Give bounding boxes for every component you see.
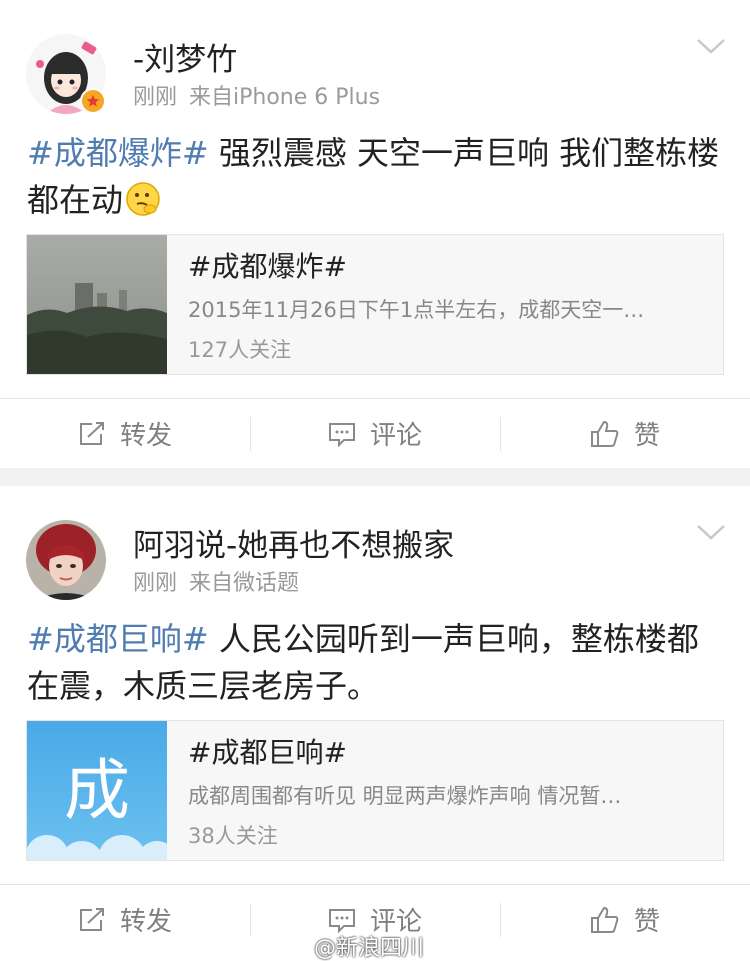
watermark: @新浪四川 (313, 936, 424, 961)
chevron-down-icon[interactable] (696, 522, 726, 542)
verified-badge-icon (80, 88, 106, 114)
comment-icon (328, 422, 355, 447)
hashtag-link[interactable]: #成都爆炸# (27, 134, 209, 172)
topic-follower-count: 127人关注 (188, 338, 292, 362)
action-bar: 转发 评论 赞 (0, 398, 750, 468)
topic-thumbnail: 成 (27, 721, 167, 860)
post-source[interactable]: 来自iPhone 6 Plus (189, 85, 380, 110)
repost-label: 转发 (119, 907, 172, 937)
topic-description: 2015年11月26日下午1点半左右，成都天空一… (188, 298, 645, 322)
username[interactable]: 阿羽说-她再也不想搬家 (133, 526, 454, 566)
thumbs-up-icon (590, 906, 619, 933)
like-button[interactable]: 赞 (500, 885, 750, 954)
topic-title: #成都爆炸# (188, 250, 347, 283)
topic-follower-count: 38人关注 (188, 824, 278, 848)
repost-icon (79, 421, 104, 445)
chevron-down-icon[interactable] (696, 36, 726, 56)
like-button[interactable]: 赞 (500, 399, 750, 468)
username[interactable]: -刘梦竹 (133, 40, 237, 80)
topic-card[interactable]: 成 #成都巨响# 成都周围都有听见 明显两声爆炸声响 情况暂… 38人关注 (26, 720, 724, 861)
hashtag-link[interactable]: #成都巨响# (27, 620, 209, 658)
topic-thumbnail (27, 235, 167, 374)
post-time: 刚刚 (133, 571, 178, 596)
post-meta: 刚刚 来自iPhone 6 Plus (133, 84, 380, 112)
topic-thumb-char: 成 (64, 752, 130, 829)
repost-button[interactable]: 转发 (0, 885, 250, 954)
topic-title: #成都巨响# (188, 736, 347, 769)
thinking-face-icon (125, 181, 161, 230)
weibo-post: 阿羽说-她再也不想搬家 刚刚 来自微话题 #成都巨响# 人民公园听到一声巨响，整栋… (0, 486, 750, 961)
thumbs-up-icon (590, 420, 619, 447)
repost-button[interactable]: 转发 (0, 399, 250, 468)
avatar[interactable] (26, 520, 106, 600)
post-meta: 刚刚 来自微话题 (133, 570, 299, 598)
repost-label: 转发 (119, 421, 172, 451)
like-label: 赞 (633, 421, 660, 451)
topic-card[interactable]: #成都爆炸# 2015年11月26日下午1点半左右，成都天空一… 127人关注 (26, 234, 724, 375)
repost-icon (79, 907, 104, 931)
like-label: 赞 (633, 907, 660, 937)
comment-button[interactable]: 评论 (250, 399, 500, 468)
topic-description: 成都周围都有听见 明显两声爆炸声响 情况暂… (188, 784, 622, 808)
comment-label: 评论 (369, 421, 422, 451)
weibo-post: -刘梦竹 刚刚 来自iPhone 6 Plus #成都爆炸# 强烈震感 天空一声巨… (0, 0, 750, 468)
post-text: #成都巨响# 人民公园听到一声巨响，整栋楼都在震，木质三层老房子。 (27, 616, 727, 710)
post-source[interactable]: 来自微话题 (189, 571, 299, 596)
post-time: 刚刚 (133, 85, 178, 110)
post-text: #成都爆炸# 强烈震感 天空一声巨响 我们整栋楼都在动 (27, 130, 727, 230)
comment-icon (328, 908, 355, 933)
